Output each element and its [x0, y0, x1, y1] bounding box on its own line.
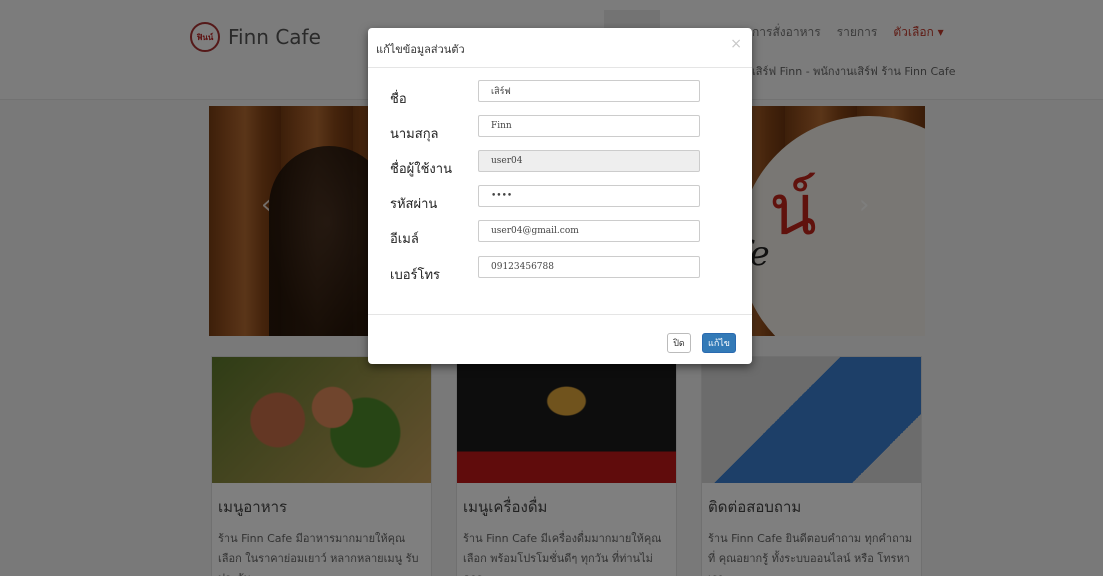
lastname-input[interactable]	[478, 115, 700, 137]
email-input[interactable]	[478, 220, 700, 242]
close-button[interactable]: ปิด	[667, 333, 691, 353]
lastname-label: นามสกุล	[390, 127, 439, 142]
form-row-lastname: นามสกุล	[368, 115, 752, 145]
modal-title: แก้ไขข้อมูลส่วนตัว	[376, 43, 465, 56]
phone-input[interactable]	[478, 256, 700, 278]
form-row-phone: เบอร์โทร	[368, 256, 752, 286]
form-row-username: ชื่อผู้ใช้งาน	[368, 150, 752, 180]
form-row-firstname: ชื่อ	[368, 80, 752, 110]
username-label: ชื่อผู้ใช้งาน	[390, 162, 452, 177]
password-input[interactable]	[478, 185, 700, 207]
password-label: รหัสผ่าน	[390, 197, 438, 212]
form-row-password: รหัสผ่าน	[368, 185, 752, 215]
edit-profile-modal: แก้ไขข้อมูลส่วนตัว × ชื่อ นามสกุล ชื่อผู…	[368, 28, 752, 364]
username-input	[478, 150, 700, 172]
phone-label: เบอร์โทร	[390, 268, 441, 283]
form-row-email: อีเมล์	[368, 220, 752, 250]
email-label: อีเมล์	[390, 232, 419, 247]
modal-footer: ปิด แก้ไข	[368, 314, 752, 364]
save-button[interactable]: แก้ไข	[702, 333, 736, 353]
modal-header: แก้ไขข้อมูลส่วนตัว ×	[368, 28, 752, 68]
firstname-input[interactable]	[478, 80, 700, 102]
firstname-label: ชื่อ	[390, 92, 407, 107]
close-icon[interactable]: ×	[730, 36, 742, 52]
